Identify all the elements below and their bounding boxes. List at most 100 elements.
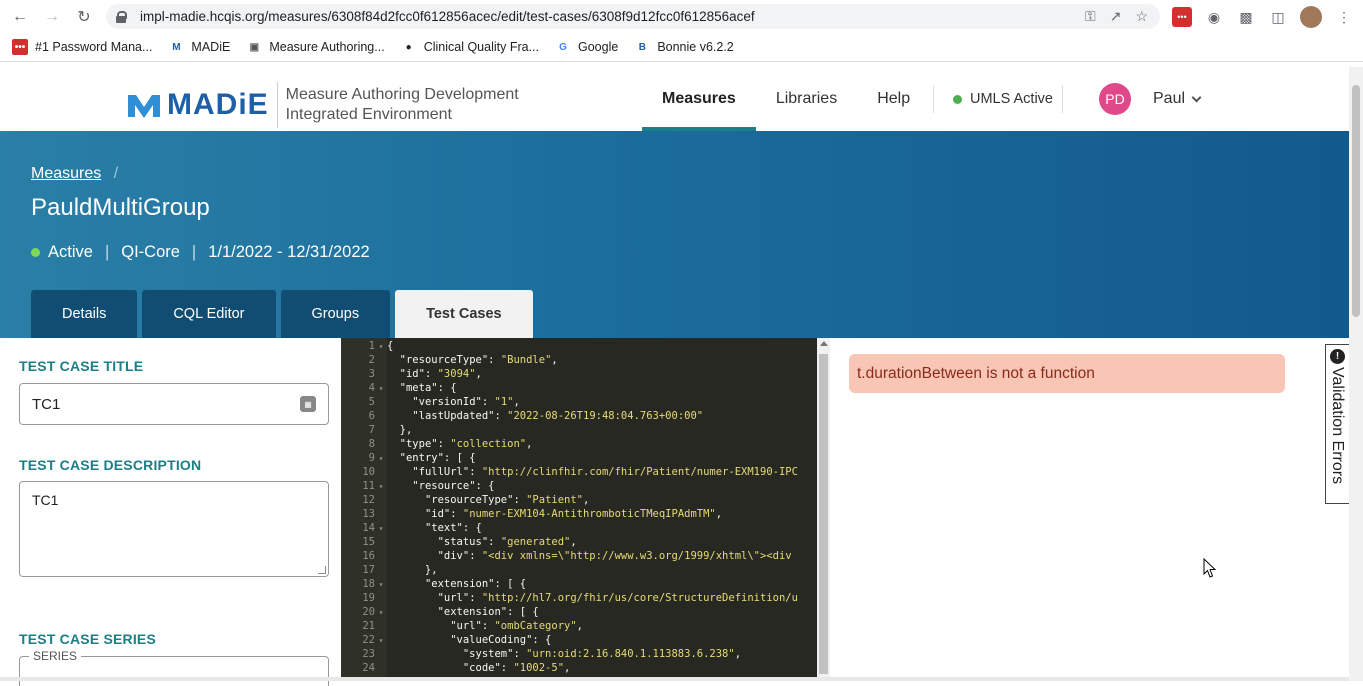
bookmark-item[interactable]: ● Clinical Quality Fra... [401, 39, 539, 55]
bookmark-item[interactable]: M MADiE [168, 39, 230, 55]
resize-handle-icon[interactable] [318, 566, 326, 574]
forward-icon[interactable]: → [36, 8, 68, 26]
kebab-menu-icon[interactable]: ⋮ [1334, 7, 1354, 27]
autofill-icon[interactable]: ▦ [300, 396, 316, 412]
nav-help[interactable]: Help [857, 67, 930, 131]
test-case-description-value[interactable]: TC1 [32, 492, 58, 508]
puzzle-icon[interactable]: ▩ [1236, 7, 1256, 27]
code-text[interactable]: "url": "ombCategory", [387, 620, 583, 632]
nav-measures[interactable]: Measures [642, 67, 756, 131]
fold-arrow-icon[interactable]: ▾ [375, 606, 387, 620]
code-text[interactable]: { [387, 340, 393, 352]
code-text[interactable]: "system": "urn:oid:2.16.840.1.113883.6.2… [387, 648, 741, 660]
code-text[interactable]: "resource": { [387, 480, 494, 492]
code-line[interactable]: 22 ▾ "valueCoding": { [341, 633, 817, 647]
camera-icon[interactable]: ◉ [1204, 7, 1224, 27]
password-extension-icon[interactable]: ••• [1172, 7, 1192, 27]
code-text[interactable]: "status": "generated", [387, 536, 577, 548]
code-line[interactable]: 16 "div": "<div xmlns=\"http://www.w3.or… [341, 549, 817, 563]
code-line[interactable]: 19 "url": "http://hl7.org/fhir/us/core/S… [341, 591, 817, 605]
fold-arrow-icon[interactable]: ▾ [375, 382, 387, 396]
fold-arrow-icon[interactable]: ▾ [375, 634, 387, 648]
fold-arrow-icon[interactable]: ▾ [375, 480, 387, 494]
json-editor[interactable]: 1 ▾{2 "resourceType": "Bundle", 3 "id": "3… [341, 338, 830, 677]
code-text[interactable]: }, [387, 424, 413, 436]
code-line[interactable]: 23 "system": "urn:oid:2.16.840.1.113883.… [341, 647, 817, 661]
code-text[interactable]: "code": "1002-5", [387, 662, 571, 674]
test-case-title-value[interactable]: TC1 [32, 396, 60, 413]
code-text[interactable]: "entry": [ { [387, 452, 476, 464]
code-line[interactable]: 21 "url": "ombCategory", [341, 619, 817, 633]
code-line[interactable]: 15 "status": "generated", [341, 535, 817, 549]
user-name[interactable]: Paul [1153, 90, 1185, 108]
code-text[interactable]: }, [387, 564, 438, 576]
code-text[interactable]: "div": "<div xmlns=\"http://www.w3.org/1… [387, 550, 792, 562]
code-text[interactable]: "resourceType": "Bundle", [387, 354, 558, 366]
bookmark-item[interactable]: ▣ Measure Authoring... [246, 39, 385, 55]
star-icon[interactable]: ☆ [1135, 8, 1148, 25]
nav-libraries[interactable]: Libraries [756, 67, 857, 131]
code-line[interactable]: 13 "id": "numer-EXM104-AntithromboticTMe… [341, 507, 817, 521]
tab-test-cases[interactable]: Test Cases [395, 290, 533, 338]
code-line[interactable]: 7 }, [341, 423, 817, 437]
code-line[interactable]: 18 ▾ "extension": [ { [341, 577, 817, 591]
tab-groups[interactable]: Groups [280, 290, 391, 338]
madie-logo[interactable]: MADiE Measure Authoring Development Inte… [127, 82, 519, 128]
chevron-down-icon[interactable] [1191, 92, 1202, 102]
code-text[interactable]: "valueCoding": { [387, 634, 551, 646]
page-scrollbar[interactable] [1349, 67, 1363, 681]
address-bar[interactable]: impl-madie.hcqis.org/measures/6308f84d2f… [106, 4, 1160, 29]
fold-arrow-icon[interactable]: ▾ [375, 522, 387, 536]
editor-scroll-thumb[interactable] [819, 354, 828, 674]
page-scroll-thumb[interactable] [1352, 85, 1360, 317]
code-text[interactable]: "resourceType": "Patient", [387, 494, 589, 506]
umls-status[interactable]: UMLS Active [953, 67, 1053, 131]
code-line[interactable]: 14 ▾ "text": { [341, 521, 817, 535]
code-text[interactable]: "versionId": "1", [387, 396, 520, 408]
reload-icon[interactable]: ↻ [68, 7, 100, 27]
code-line[interactable]: 20 ▾ "extension": [ { [341, 605, 817, 619]
fold-arrow-icon[interactable]: ▾ [375, 340, 387, 354]
address-url[interactable]: impl-madie.hcqis.org/measures/6308f84d2f… [140, 9, 755, 24]
code-line[interactable]: 9 ▾ "entry": [ { [341, 451, 817, 465]
code-text[interactable]: "url": "http://hl7.org/fhir/us/core/Stru… [387, 592, 798, 604]
test-case-description-input[interactable]: TC1 [19, 481, 329, 577]
code-line[interactable]: 5 "versionId": "1", [341, 395, 817, 409]
code-text[interactable]: "text": { [387, 522, 482, 534]
code-text[interactable]: "lastUpdated": "2022-08-26T19:48:04.763+… [387, 410, 703, 422]
horizontal-scrollbar[interactable] [0, 677, 1349, 681]
user-avatar[interactable]: PD [1099, 83, 1131, 115]
code-text[interactable]: "type": "collection", [387, 438, 533, 450]
code-line[interactable]: 24 "code": "1002-5", [341, 661, 817, 675]
key-icon[interactable]: ⚿ [1085, 8, 1096, 25]
code-line[interactable]: 3 "id": "3094", [341, 367, 817, 381]
code-line[interactable]: 2 "resourceType": "Bundle", [341, 353, 817, 367]
bookmark-item[interactable]: ••• #1 Password Mana... [12, 39, 152, 55]
code-line[interactable]: 4 ▾ "meta": { [341, 381, 817, 395]
fold-arrow-icon[interactable]: ▾ [375, 452, 387, 466]
code-line[interactable]: 17 }, [341, 563, 817, 577]
fold-arrow-icon[interactable]: ▾ [375, 578, 387, 592]
validation-errors-toggle[interactable]: ! Validation Errors [1325, 344, 1349, 504]
code-text[interactable]: "id": "numer-EXM104-AntithromboticTMeqIP… [387, 508, 722, 520]
side-panel-icon[interactable]: ◫ [1268, 7, 1288, 27]
code-line[interactable]: 10 "fullUrl": "http://clinfhir.com/fhir/… [341, 465, 817, 479]
code-line[interactable]: 11 ▾ "resource": { [341, 479, 817, 493]
code-line[interactable]: 12 "resourceType": "Patient", [341, 493, 817, 507]
bookmark-item[interactable]: B Bonnie v6.2.2 [634, 39, 734, 55]
code-text[interactable]: "extension": [ { [387, 606, 539, 618]
code-text[interactable]: "meta": { [387, 382, 457, 394]
share-icon[interactable]: ↗ [1110, 8, 1122, 25]
breadcrumb-measures-link[interactable]: Measures [31, 165, 101, 182]
scroll-up-icon[interactable] [820, 341, 828, 346]
user-menu[interactable]: PD Paul [1099, 83, 1202, 115]
code-text[interactable]: "fullUrl": "http://clinfhir.com/fhir/Pat… [387, 466, 798, 478]
code-line[interactable]: 6 "lastUpdated": "2022-08-26T19:48:04.76… [341, 409, 817, 423]
tab-cql-editor[interactable]: CQL Editor [142, 290, 276, 338]
bookmark-item[interactable]: G Google [555, 39, 618, 55]
tab-details[interactable]: Details [31, 290, 138, 338]
profile-avatar[interactable] [1300, 6, 1322, 28]
test-case-title-input[interactable]: TC1 ▦ [19, 383, 329, 425]
code-text[interactable]: "id": "3094", [387, 368, 482, 380]
editor-scrollbar[interactable] [817, 338, 830, 677]
